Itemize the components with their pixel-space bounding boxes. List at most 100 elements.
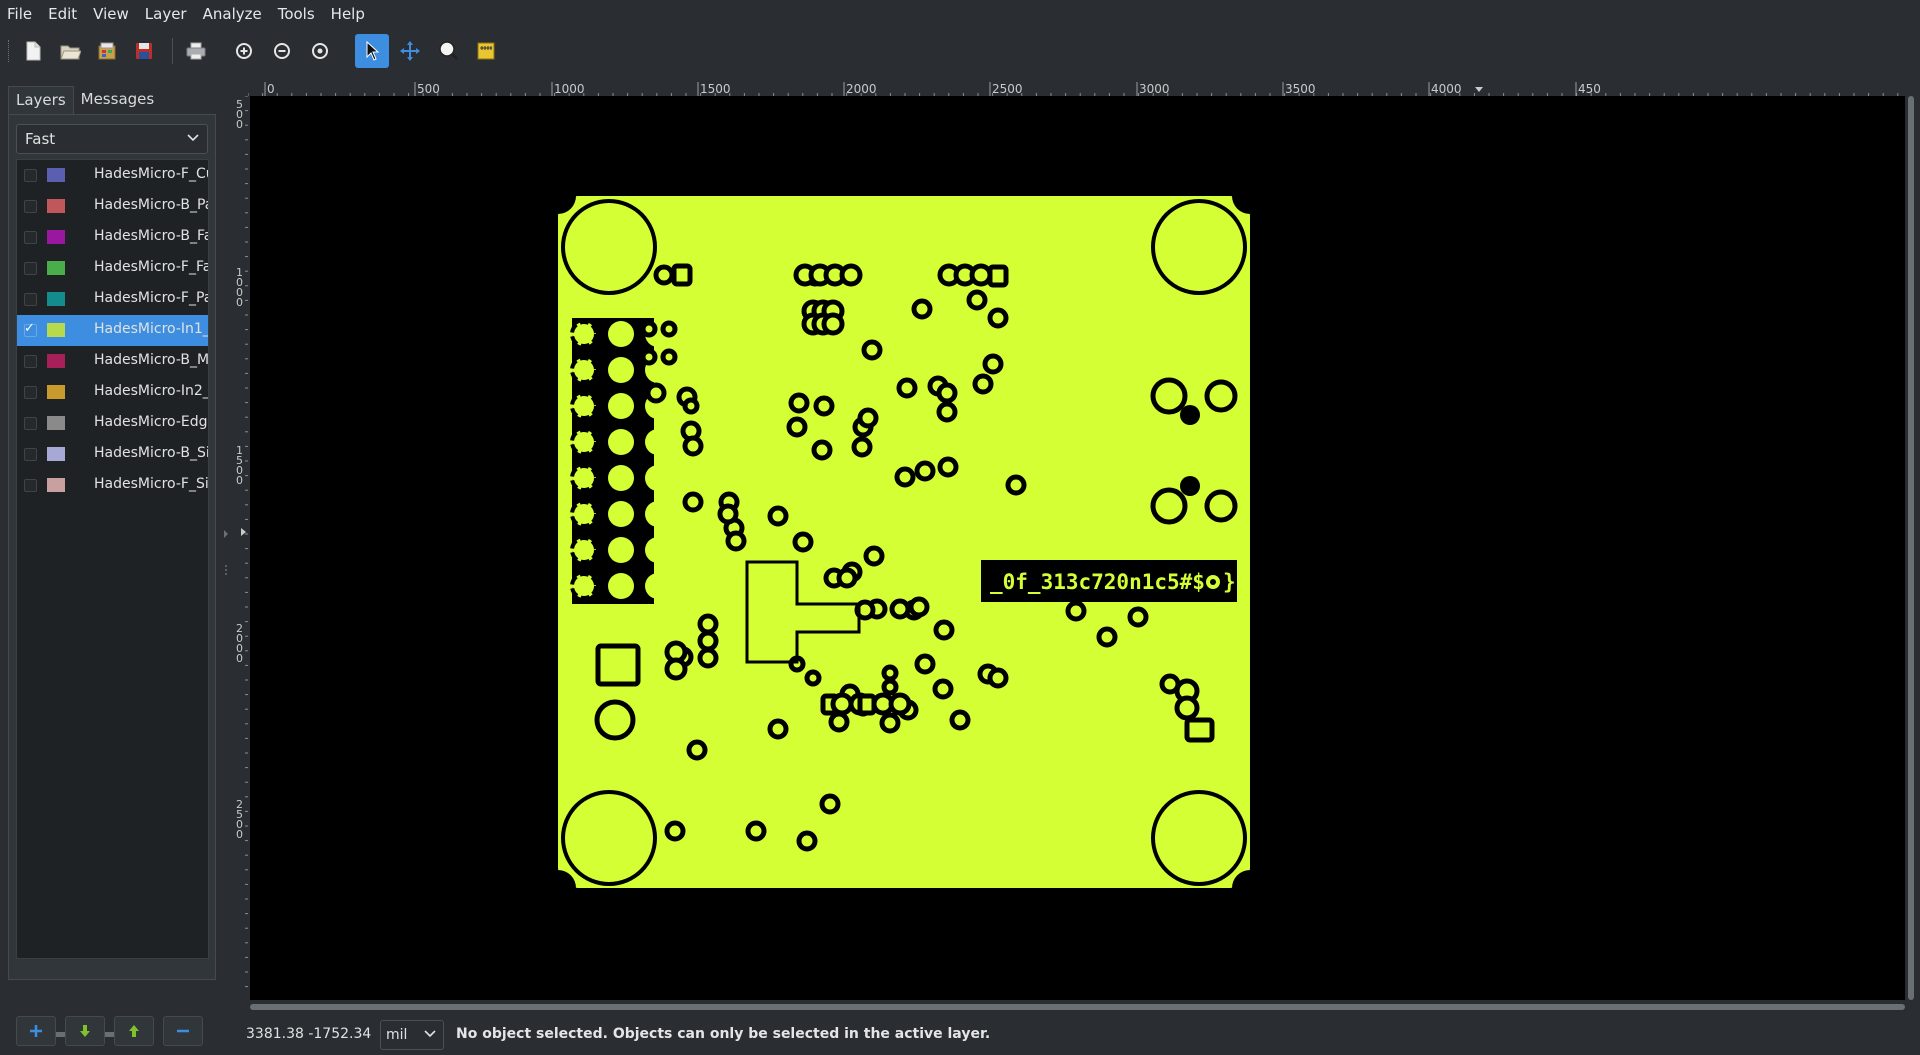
board-corner: [1232, 178, 1268, 214]
layer-row[interactable]: HadesMicro-F_Fab: [17, 253, 209, 284]
menu-tools[interactable]: Tools: [270, 0, 323, 28]
layer-row[interactable]: HadesMicro-F_Paste: [17, 284, 208, 315]
layer-color-swatch[interactable]: [47, 323, 65, 337]
via: [645, 382, 667, 404]
layer-visibility-checkbox[interactable]: ✓: [24, 321, 37, 337]
select-tool-button[interactable]: [355, 34, 389, 68]
tab-layers[interactable]: Layers: [8, 86, 74, 114]
smd-pad: [664, 657, 688, 681]
menu-edit[interactable]: Edit: [40, 0, 85, 28]
via-plug: [1180, 476, 1200, 496]
flag-label-text: _0f_313c720n1c5#$: [990, 570, 1205, 594]
layer-row[interactable]: HadesMicro-B_Paste: [17, 191, 208, 222]
zoom-fit-button[interactable]: [303, 34, 337, 68]
unit-select[interactable]: mil: [380, 1020, 444, 1050]
open-file-icon: [60, 45, 81, 60]
via: [828, 711, 850, 733]
layer-name: HadesMicro-B_Mask: [94, 352, 209, 368]
zoom-in-button[interactable]: [227, 34, 261, 68]
via: [697, 613, 719, 635]
via: [1127, 606, 1149, 628]
checkmark-icon: ✓: [24, 321, 35, 336]
layer-color-swatch[interactable]: [47, 168, 65, 182]
panel-tabs: Layers Messages: [8, 86, 161, 114]
layer-row[interactable]: ✓ HadesMicro-In1_Cu: [17, 315, 208, 346]
panel-splitter[interactable]: [222, 82, 230, 1002]
layer-row[interactable]: HadesMicro-Edge_Cuts: [17, 408, 208, 439]
menu-view[interactable]: View: [85, 0, 137, 28]
layer-visibility-checkbox[interactable]: [24, 262, 37, 275]
unit-value: mil: [386, 1027, 408, 1043]
canvas-horizontal-scrollbar[interactable]: [250, 1004, 1905, 1011]
ruler-label: 500: [417, 82, 440, 96]
tab-messages[interactable]: Messages: [74, 86, 162, 114]
pan-tool-button[interactable]: [393, 34, 427, 68]
layer-row[interactable]: HadesMicro-B_SilkS: [17, 439, 208, 470]
menu-analyze[interactable]: Analyze: [195, 0, 270, 28]
layer-color-swatch[interactable]: [47, 199, 65, 213]
zoom-tool-button[interactable]: [431, 34, 465, 68]
pcb-render: _0f_313c720n1c5#$ }: [540, 178, 1268, 906]
ruler-label: 1500: [700, 82, 731, 96]
new-file-button[interactable]: [16, 34, 50, 68]
via: [881, 678, 899, 696]
layer-row[interactable]: HadesMicro-F_SilkS: [17, 470, 209, 501]
thermal-pad: [1204, 379, 1238, 413]
layer-visibility-checkbox[interactable]: [24, 169, 37, 182]
layer-row[interactable]: HadesMicro-B_Fab: [17, 222, 209, 253]
open-project-icon: [98, 42, 116, 60]
menu-layer[interactable]: Layer: [137, 0, 195, 28]
layer-color-swatch[interactable]: [47, 478, 65, 492]
ruler-label: 0: [267, 82, 275, 96]
gerber-canvas[interactable]: _0f_313c720n1c5#$ }: [250, 96, 1905, 1000]
layer-visibility-checkbox[interactable]: [24, 355, 37, 368]
layer-row[interactable]: HadesMicro-B_Mask: [17, 346, 209, 377]
menu-file[interactable]: File: [0, 0, 40, 28]
canvas-vertical-scrollbar[interactable]: [1907, 96, 1915, 1000]
open-file-button[interactable]: [53, 34, 87, 68]
thermal-pin: [570, 572, 598, 600]
ruler-label: 500: [236, 98, 243, 131]
render-mode-value: Fast: [25, 130, 56, 148]
layer-color-swatch[interactable]: [47, 292, 65, 306]
layer-visibility-checkbox[interactable]: [24, 448, 37, 461]
print-button[interactable]: [179, 34, 213, 68]
layer-visibility-checkbox[interactable]: [24, 479, 37, 492]
vertical-ruler: 500 1000 1500 2000 2500: [235, 96, 248, 996]
layer-color-swatch[interactable]: [47, 230, 65, 244]
open-project-button[interactable]: [90, 34, 124, 68]
layer-row[interactable]: HadesMicro-In2_Cu: [17, 377, 208, 408]
layer-visibility-checkbox[interactable]: [24, 200, 37, 213]
via: [664, 820, 686, 842]
layer-color-swatch[interactable]: [47, 261, 65, 275]
layer-row[interactable]: HadesMicro-F_Cu: [17, 160, 208, 191]
layer-name: HadesMicro-F_SilkS: [94, 476, 209, 492]
toolbar-grip[interactable]: [8, 40, 12, 62]
header-pin: [645, 573, 671, 599]
layer-list: HadesMicro-F_Cu HadesMicro-B_Paste HadesMi…: [16, 159, 209, 959]
layer-color-swatch[interactable]: [47, 416, 65, 430]
via: [836, 567, 858, 589]
layer-visibility-checkbox[interactable]: [24, 231, 37, 244]
render-mode-select[interactable]: Fast: [16, 124, 208, 154]
layer-name: HadesMicro-B_Fab: [94, 228, 209, 244]
zoom-out-button[interactable]: [265, 34, 299, 68]
layer-color-swatch[interactable]: [47, 354, 65, 368]
layer-visibility-checkbox[interactable]: [24, 417, 37, 430]
measure-tool-icon: [477, 42, 495, 60]
layer-color-swatch[interactable]: [47, 447, 65, 461]
vertical-scroll-thumb[interactable]: [1908, 96, 1914, 1000]
measure-tool-button[interactable]: [469, 34, 503, 68]
menu-help[interactable]: Help: [323, 0, 373, 28]
horizontal-scroll-thumb[interactable]: [250, 1004, 1905, 1010]
layer-visibility-checkbox[interactable]: [24, 293, 37, 306]
layer-color-swatch[interactable]: [47, 385, 65, 399]
layer-visibility-checkbox[interactable]: [24, 386, 37, 399]
layer-name: HadesMicro-F_Paste: [94, 290, 208, 306]
via: [937, 456, 959, 478]
layer-name: HadesMicro-F_Fab: [94, 259, 209, 275]
save-button[interactable]: [127, 34, 161, 68]
board-corner: [1232, 870, 1268, 906]
board-corner: [540, 178, 576, 214]
mounting-hole: [1155, 203, 1243, 291]
